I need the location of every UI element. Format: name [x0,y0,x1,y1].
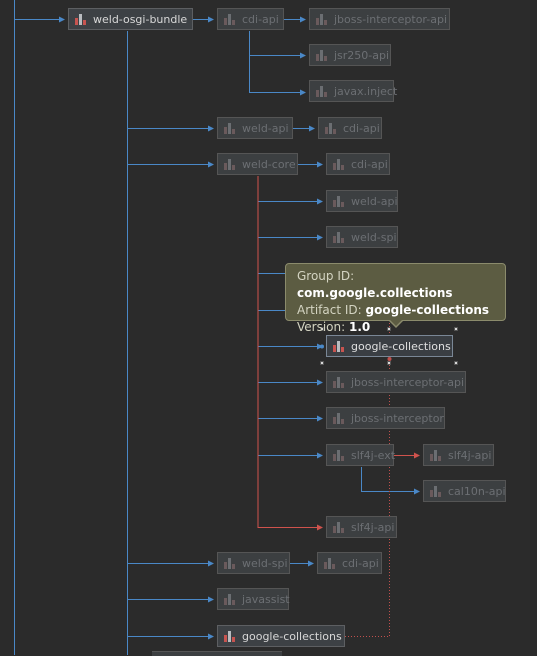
node-cdi-api[interactable]: cdi-api [326,153,390,175]
node-cal10n-api[interactable]: cal10n-api [423,480,506,502]
node-label: slf4j-api [351,520,395,534]
node-weld-api[interactable]: weld-api [217,117,293,139]
conflict-edge-line [257,176,323,531]
partial-node-offscreen [152,651,282,656]
tooltip-version-value: 1.0 [348,320,371,334]
tooltip-artifact-label: Artifact ID: [297,303,366,317]
artifact-icon [224,593,236,605]
tooltip-artifact-row: Artifact ID: google-collections [297,302,494,319]
node-slf4j-ext[interactable]: slf4j-ext [326,444,396,466]
artifact-icon [333,449,345,461]
node-label: cdi-api [242,12,279,26]
tooltip-group-row: Group ID: com.google.collections [297,268,494,302]
edge-anchor [320,344,324,349]
node-label: javassist [242,592,290,606]
node-label: weld-osgi-bundle [93,12,188,26]
tooltip-version-label: Version: [297,320,349,334]
omitted-edge-dotted-line [345,322,390,637]
artifact-icon [333,340,345,352]
tooltip-artifact-value: google-collections [365,303,490,317]
tooltip-group-value: com.google.collections [297,286,453,300]
edge-line [361,467,420,495]
node-slf4j-api[interactable]: slf4j-api [326,516,397,538]
node-cdi-api[interactable]: cdi-api [318,117,382,139]
artifact-icon [224,630,236,642]
node-label: weld-api [242,121,289,135]
node-label: cdi-api [343,121,380,135]
node-weld-api[interactable]: weld-api [326,190,398,212]
node-jboss-interceptor-api[interactable]: jboss-interceptor-api [326,371,466,393]
artifact-icon [75,13,87,25]
artifact-icon [316,13,328,25]
node-label: weld-spi [242,556,288,570]
node-jboss-interceptor-api[interactable]: jboss-interceptor-api [309,8,450,30]
artifact-icon [333,412,345,424]
artifact-icon [333,376,345,388]
tooltip-pointer-fill [389,319,403,326]
node-label: slf4j-api [448,448,492,462]
node-label: slf4j-ext [351,448,396,462]
node-label: google-collections [242,629,342,643]
artifact-icon [325,122,337,134]
node-jsr250-api[interactable]: jsr250-api [309,44,391,66]
artifact-icon [333,158,345,170]
node-cdi-api[interactable]: cdi-api [317,552,382,574]
node-label: jboss-interceptor-api [334,12,447,26]
artifact-icon [333,521,345,533]
node-javax-inject[interactable]: javax.inject [309,80,398,102]
artifact-icon [333,231,345,243]
artifact-icon [224,13,236,25]
node-weld-osgi-bundle[interactable]: weld-osgi-bundle [68,8,193,30]
node-label: google-collections [351,339,451,353]
node-label: jboss-interceptor [351,411,444,425]
artifact-icon [316,49,328,61]
node-label: cdi-api [351,157,388,171]
node-cdi-api[interactable]: cdi-api [217,8,284,30]
node-jboss-interceptor[interactable]: jboss-interceptor [326,407,445,429]
selection-handle[interactable] [387,361,391,365]
artifact-icon [430,485,442,497]
edge-line [249,31,306,96]
artifact-icon [324,557,336,569]
artifact-icon [224,557,236,569]
node-slf4j-api[interactable]: slf4j-api [423,444,494,466]
artifact-icon [316,85,328,97]
node-google-collections-selected[interactable]: google-collections [326,335,453,357]
artifact-tooltip: Group ID: com.google.collections Artifac… [285,263,506,334]
node-label: cdi-api [342,556,379,570]
node-javassist[interactable]: javassist [217,588,290,610]
selection-handle[interactable] [320,361,324,365]
node-label: weld-api [351,194,398,208]
artifact-icon [430,449,442,461]
node-label: javax.inject [334,84,398,98]
node-label: jsr250-api [334,48,390,62]
artifact-icon [224,158,236,170]
node-label: jboss-interceptor-api [351,375,464,389]
node-weld-spi[interactable]: weld-spi [217,552,290,574]
node-label: cal10n-api [448,484,506,498]
node-label: weld-spi [351,230,397,244]
node-weld-spi[interactable]: weld-spi [326,226,398,248]
selection-handle[interactable] [454,361,458,365]
node-google-collections[interactable]: google-collections [217,625,345,647]
node-weld-core[interactable]: weld-core [217,153,298,175]
tooltip-group-label: Group ID: [297,269,355,283]
artifact-icon [224,122,236,134]
artifact-icon [333,195,345,207]
node-label: weld-core [242,157,296,171]
